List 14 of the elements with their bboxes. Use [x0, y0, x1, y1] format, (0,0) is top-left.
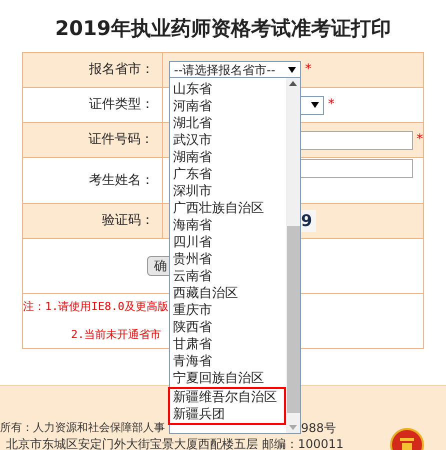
- required-mark: *: [416, 131, 423, 150]
- field-label: 报名省市：: [89, 61, 154, 80]
- field-label: 考生姓名：: [89, 172, 154, 190]
- required-mark: *: [305, 61, 312, 80]
- field-label: 证件类型：: [89, 96, 154, 114]
- note-text: 注：1.请使用IE8.0及更高版: [23, 299, 168, 315]
- note-text: 2.当前未开通省市: [70, 326, 162, 342]
- required-mark: *: [328, 96, 334, 114]
- footer-text: 988号: [301, 420, 336, 437]
- page-title: 2019年执业药师资格考试准考证打印: [55, 15, 391, 42]
- footer-text: 所有：人力资源和社会保障部人事: [0, 420, 165, 436]
- footer-text: 北京市东城区安定门外大街宝景大厦西配楼五层 邮编：100011: [6, 437, 344, 450]
- field-label: 证件号码：: [88, 131, 154, 150]
- field-label: 验证码：: [102, 212, 154, 230]
